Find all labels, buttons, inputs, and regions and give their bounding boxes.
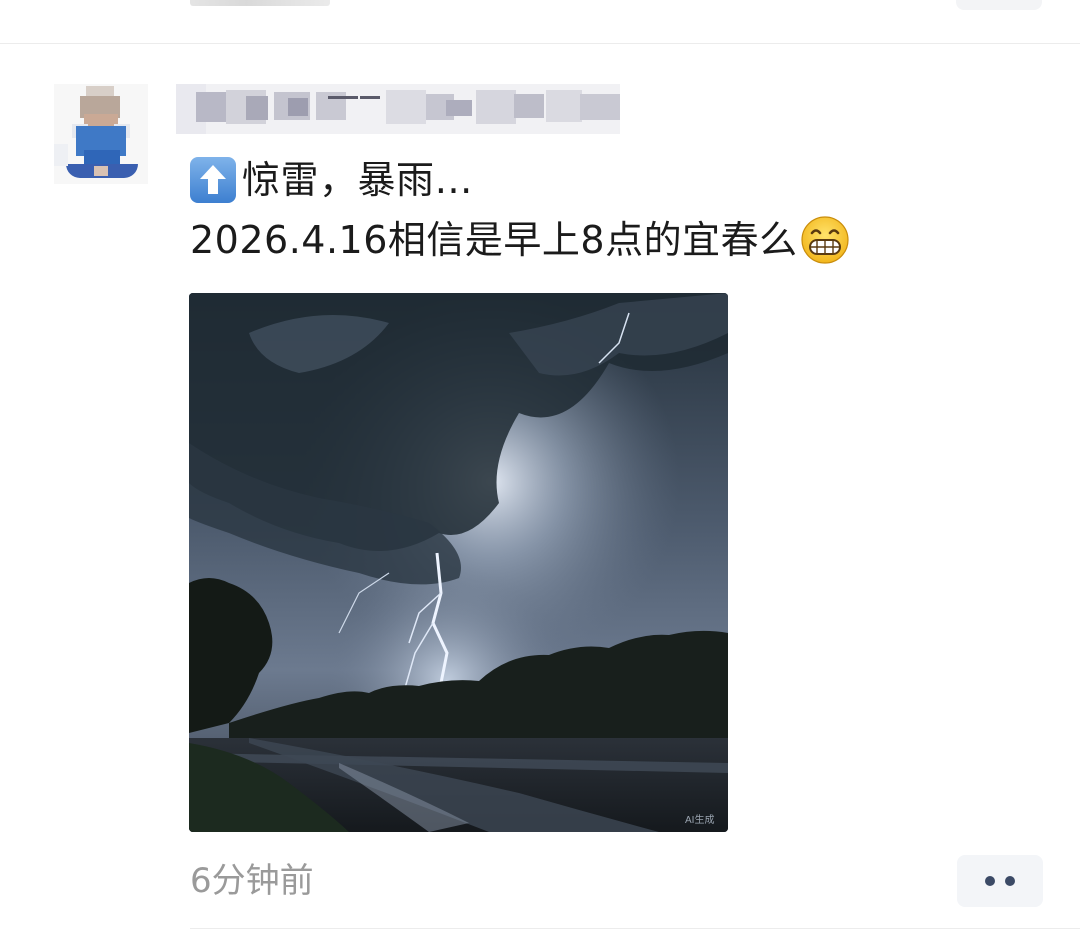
more-dot-icon — [985, 876, 995, 886]
more-dot-icon — [1005, 876, 1015, 886]
post-line-1: 惊雷，暴雨… — [190, 150, 1010, 210]
grinning-face-emoji-icon — [800, 215, 850, 265]
moments-feed: 惊雷，暴雨… 2026.4.16相信是早上8点的宜春么 AI生成 6分钟前 — [0, 0, 1080, 934]
photo-watermark: AI生成 — [685, 813, 714, 826]
up-arrow-emoji-icon — [190, 157, 236, 203]
post-time: 6分钟前 — [190, 861, 314, 901]
previous-post-more-button[interactable] — [956, 0, 1042, 10]
post-line-2: 2026.4.16相信是早上8点的宜春么 — [190, 210, 1010, 270]
more-actions-button[interactable] — [957, 855, 1043, 907]
post-photo-lightning[interactable]: AI生成 — [189, 293, 728, 832]
post-line-1-text: 惊雷，暴雨… — [242, 158, 474, 202]
post-text: 惊雷，暴雨… 2026.4.16相信是早上8点的宜春么 — [190, 150, 1010, 270]
post-divider — [0, 43, 1080, 44]
avatar[interactable] — [54, 84, 148, 184]
previous-post-remnant — [0, 0, 1080, 44]
post-divider-bottom — [190, 928, 1080, 929]
post-line-2-text: 2026.4.16相信是早上8点的宜春么 — [190, 218, 798, 262]
user-name-blurred[interactable] — [176, 84, 620, 134]
previous-post-text-blurred — [190, 0, 330, 6]
